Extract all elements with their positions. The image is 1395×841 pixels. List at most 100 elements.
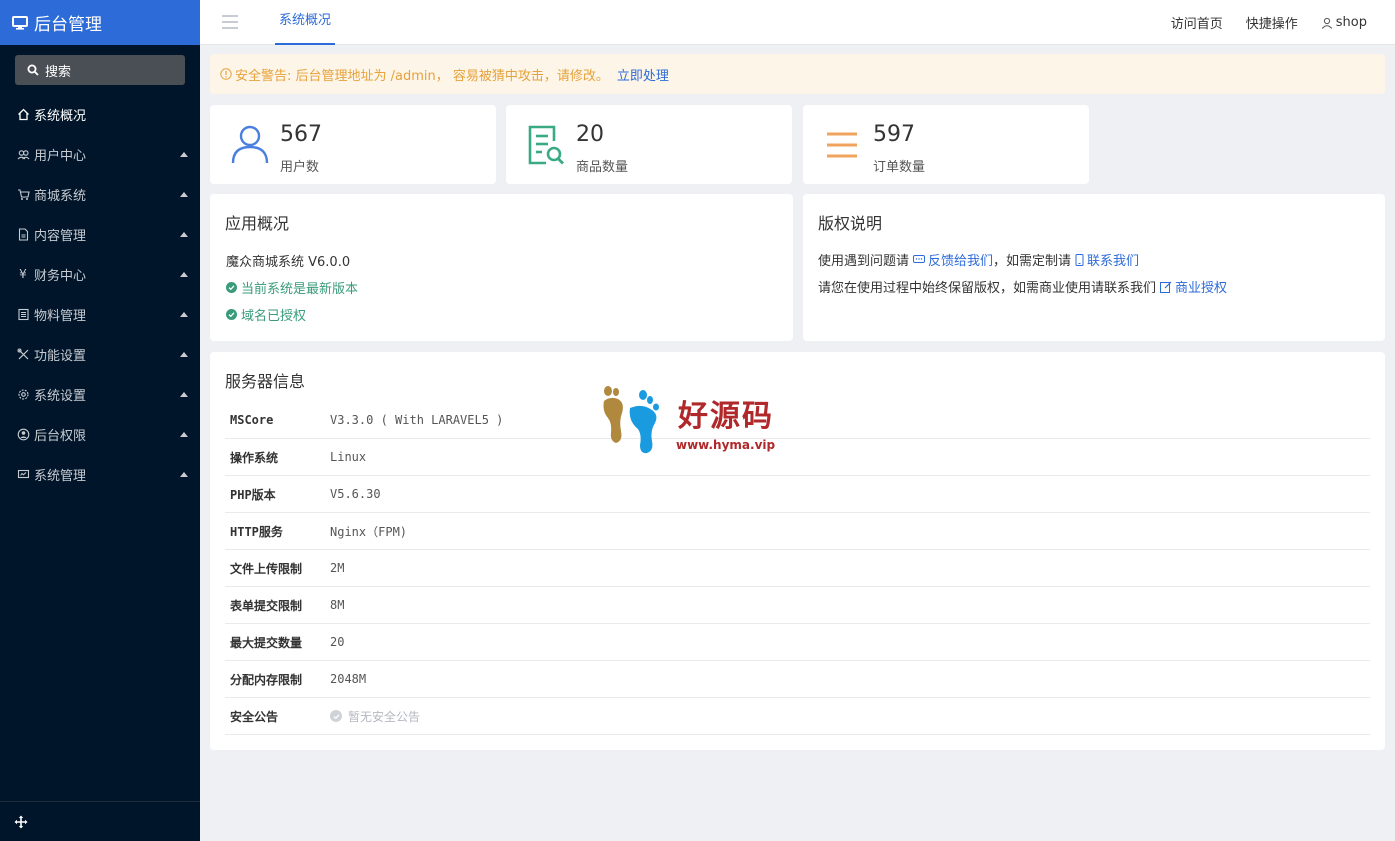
search-label: 搜索	[45, 64, 72, 80]
list-icon	[827, 132, 857, 158]
row-value: 20	[330, 635, 345, 649]
app-title: 后台管理	[34, 15, 102, 35]
status-text: 当前系统是最新版本	[241, 282, 359, 297]
app-version: 魔众商城系统 V6.0.0	[226, 255, 351, 270]
brand[interactable]: 后台管理	[0, 0, 200, 45]
status-text: 域名已授权	[241, 309, 307, 324]
row-value: 2M	[330, 561, 345, 575]
sidebar-item-label: 后台权限	[34, 428, 87, 444]
caret-up-icon	[180, 231, 188, 237]
table-row: 操作系统 Linux	[225, 439, 1370, 476]
search-icon	[27, 64, 39, 76]
top-links: 访问首页 快捷操作 shop	[1171, 0, 1367, 45]
table-row: MSCore V3.3.0 ( With LARAVEL5 )	[225, 402, 1370, 439]
row-value: V5.6.30	[330, 487, 381, 501]
caret-up-icon	[180, 191, 188, 197]
table-row: PHP版本 V5.6.30	[225, 476, 1370, 513]
copyright-panel: 版权说明 使用遇到问题请 反馈给我们 ，如需定制请 联系我们 请您在使用过程中始…	[803, 194, 1385, 341]
row-key: 安全公告	[230, 709, 279, 724]
monitor-icon	[16, 467, 30, 481]
tools-icon	[16, 347, 30, 361]
sidebar-item-label: 系统概况	[34, 108, 87, 124]
sidebar-item-settings[interactable]: 系统设置	[0, 374, 200, 414]
server-info-panel: 服务器信息 MSCore V3.3.0 ( With LARAVEL5 ) 操作…	[210, 352, 1385, 750]
row-value: V3.3.0 ( With LARAVEL5 )	[330, 413, 504, 427]
sidebar-item-finance[interactable]: ¥ 财务中心	[0, 254, 200, 294]
sidebar-item-overview[interactable]: 系统概况	[0, 94, 200, 134]
row-value: 2048M	[330, 672, 367, 686]
stat-card-orders[interactable]: 597 订单数量	[803, 105, 1089, 184]
row-key: 分配内存限制	[230, 672, 303, 687]
table-row: 文件上传限制 2M	[225, 550, 1370, 587]
sidebar-item-permissions[interactable]: 后台权限	[0, 414, 200, 454]
stat-label: 用户数	[280, 160, 320, 175]
alert-action-link[interactable]: 立即处理	[617, 65, 669, 84]
sidebar-item-materials[interactable]: 物料管理	[0, 294, 200, 334]
sidebar-item-features[interactable]: 功能设置	[0, 334, 200, 374]
security-alert: 安全警告: 后台管理地址为 /admin， 容易被猜中攻击，请修改。 立即处理	[210, 54, 1385, 94]
caret-up-icon	[180, 431, 188, 437]
feedback-link-text: 反馈给我们	[928, 254, 994, 269]
copy-text: ，如需定制请	[993, 254, 1072, 269]
alert-message: 安全警告: 后台管理地址为 /admin， 容易被猜中攻击，请修改。	[235, 68, 609, 84]
copyright-line-2: 请您在使用过程中始终保留版权，如需商业使用请联系我们 商业授权	[818, 277, 1227, 296]
document-icon	[16, 227, 30, 241]
users-icon	[16, 147, 30, 161]
stat-value: 20	[576, 122, 604, 147]
stat-card-products[interactable]: 20 商品数量	[506, 105, 792, 184]
table-row: HTTP服务 Nginx（FPM)	[225, 513, 1370, 550]
topbar: 系统概况 访问首页 快捷操作 shop	[200, 0, 1395, 45]
app-overview-panel: 应用概况 魔众商城系统 V6.0.0 当前系统是最新版本 域名已授权	[210, 194, 793, 341]
copy-text: 使用遇到问题请	[818, 254, 910, 269]
stat-card-users[interactable]: 567 用户数	[210, 105, 496, 184]
sidebar-item-label: 系统管理	[34, 468, 87, 484]
stat-value: 567	[280, 122, 322, 147]
row-value: Nginx（FPM)	[330, 524, 408, 539]
feedback-link[interactable]: 反馈给我们	[909, 250, 993, 269]
sidebar-item-mall[interactable]: 商城系统	[0, 174, 200, 214]
sidebar-item-system[interactable]: 系统管理	[0, 454, 200, 494]
footprint-logo-icon	[603, 386, 659, 454]
caret-up-icon	[180, 151, 188, 157]
tab-overview[interactable]: 系统概况	[275, 0, 336, 45]
server-info-table: MSCore V3.3.0 ( With LARAVEL5 ) 操作系统 Lin…	[225, 402, 1370, 735]
sidebar-item-label: 功能设置	[34, 348, 87, 364]
watermark-logo: 好源码 www.hyma.vip	[598, 383, 788, 455]
watermark-url: www.hyma.vip	[676, 438, 776, 452]
row-value: Linux	[330, 450, 367, 464]
chat-icon	[913, 254, 926, 263]
monitor-icon	[12, 15, 28, 30]
visit-home-link[interactable]: 访问首页	[1171, 13, 1223, 32]
stat-label: 商品数量	[576, 160, 629, 175]
watermark-text: 好源码	[678, 399, 774, 434]
sidebar-search[interactable]: 搜索	[15, 55, 185, 85]
user-menu[interactable]: shop	[1321, 15, 1367, 30]
commercial-license-link[interactable]: 商业授权	[1156, 277, 1227, 296]
move-icon[interactable]	[14, 815, 28, 829]
copyright-line-1: 使用遇到问题请 反馈给我们 ，如需定制请 联系我们	[818, 250, 1139, 269]
row-key: HTTP服务	[230, 524, 283, 539]
stat-label: 订单数量	[873, 160, 926, 175]
panel-title: 版权说明	[818, 214, 883, 233]
stat-value: 597	[873, 122, 915, 147]
sidebar: 后台管理 搜索 系统概况 用户中心 商城系统 内容管理 ¥ 财务中心 物料管理 …	[0, 0, 200, 841]
row-key: 文件上传限制	[230, 561, 303, 576]
row-key: 最大提交数量	[230, 635, 303, 650]
caret-up-icon	[180, 271, 188, 277]
user-circle-icon	[16, 427, 30, 441]
check-circle-icon	[330, 710, 342, 722]
menu-toggle-icon[interactable]	[222, 15, 238, 33]
edit-icon	[1160, 281, 1172, 293]
sidebar-item-content[interactable]: 内容管理	[0, 214, 200, 254]
user-icon	[231, 125, 269, 164]
panel-title: 应用概况	[225, 214, 290, 233]
table-row: 安全公告 暂无安全公告	[225, 698, 1370, 735]
contact-link-text: 联系我们	[1087, 254, 1140, 269]
sidebar-item-label: 财务中心	[34, 268, 87, 284]
caret-up-icon	[180, 311, 188, 317]
contact-link[interactable]: 联系我们	[1071, 250, 1139, 269]
sidebar-footer	[0, 801, 200, 841]
quick-ops-link[interactable]: 快捷操作	[1246, 13, 1298, 32]
sidebar-item-label: 内容管理	[34, 228, 87, 244]
sidebar-item-users[interactable]: 用户中心	[0, 134, 200, 174]
